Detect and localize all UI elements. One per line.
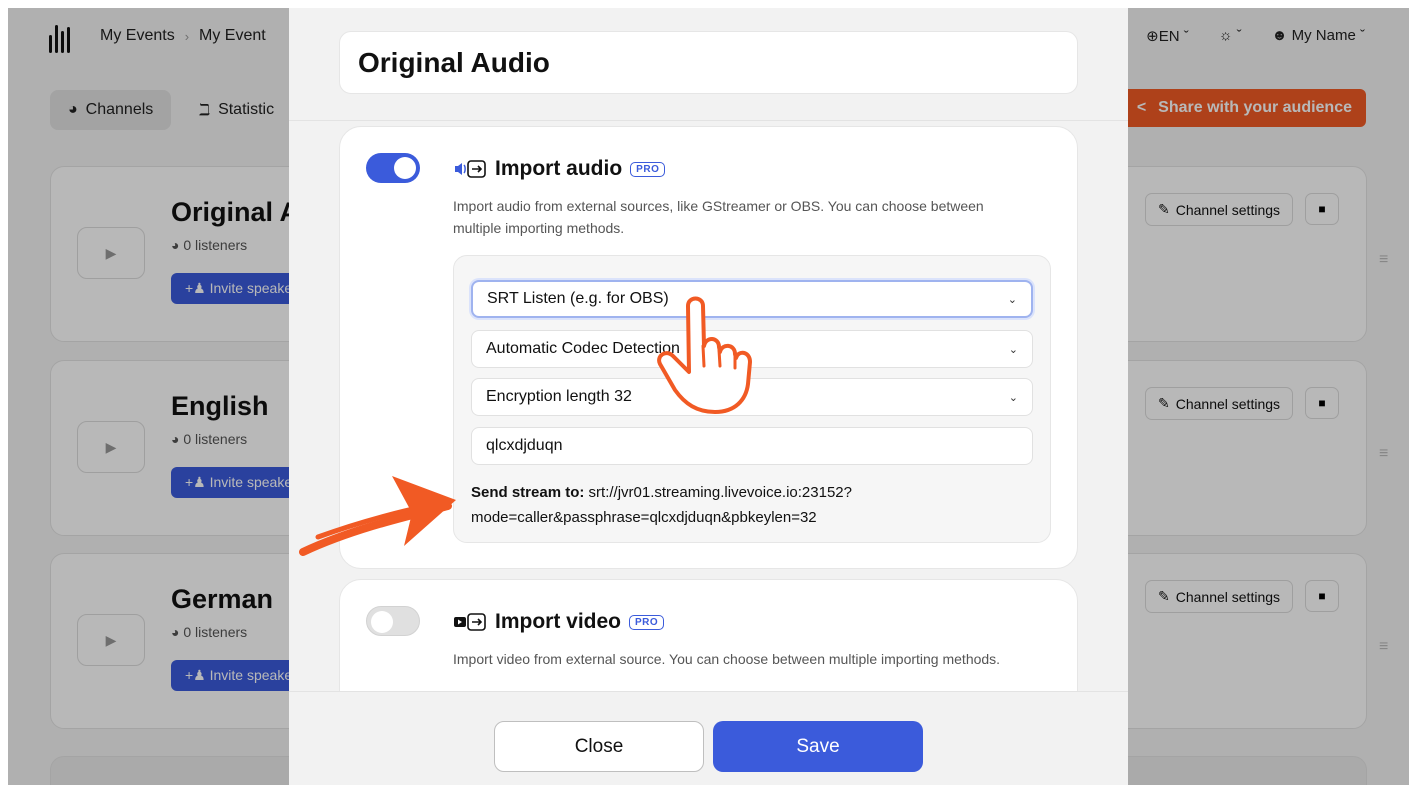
channel-settings-modal: Original Audio Import audio PRO Import a… bbox=[289, 8, 1128, 785]
import-video-title: Import video bbox=[495, 610, 622, 633]
passphrase-input[interactable]: qlcxdjduqn bbox=[471, 427, 1033, 465]
chevron-down-icon: ⌄ bbox=[1008, 343, 1018, 356]
chevron-down-icon: ⌄ bbox=[1008, 391, 1018, 404]
encryption-select[interactable]: Encryption length 32 ⌄ bbox=[471, 378, 1033, 416]
stream-url-part-1: srt://jvr01.streaming.livevoice.io:23152… bbox=[588, 484, 852, 501]
import-audio-title: Import audio bbox=[495, 157, 623, 180]
modal-title: Original Audio bbox=[339, 31, 1078, 94]
pro-badge: PRO bbox=[630, 161, 666, 177]
video-import-icon bbox=[454, 613, 486, 631]
toggle-knob bbox=[371, 611, 393, 633]
pro-badge: PRO bbox=[629, 614, 665, 630]
import-video-toggle[interactable] bbox=[366, 606, 420, 636]
divider bbox=[289, 691, 1128, 692]
import-video-description: Import video from external source. You c… bbox=[453, 651, 1001, 667]
send-stream-info: Send stream to: srt://jvr01.streaming.li… bbox=[471, 480, 1031, 530]
close-button[interactable]: Close bbox=[494, 721, 704, 772]
toggle-knob bbox=[394, 157, 416, 179]
import-settings-panel: SRT Listen (e.g. for OBS) ⌄ Automatic Co… bbox=[453, 255, 1051, 543]
divider bbox=[289, 120, 1128, 121]
stream-url-part-2: mode=caller&passphrase=qlcxdjduqn&pbkeyl… bbox=[471, 509, 817, 526]
import-audio-toggle[interactable] bbox=[366, 153, 420, 183]
audio-import-icon bbox=[455, 160, 486, 178]
codec-select[interactable]: Automatic Codec Detection ⌄ bbox=[471, 330, 1033, 368]
import-video-header: Import video PRO bbox=[453, 610, 665, 634]
import-audio-section: Import audio PRO Import audio from exter… bbox=[339, 126, 1078, 569]
import-method-select[interactable]: SRT Listen (e.g. for OBS) ⌄ bbox=[471, 280, 1033, 318]
send-stream-label: Send stream to: bbox=[471, 484, 585, 501]
modal-footer bbox=[289, 691, 1128, 785]
import-audio-description: Import audio from external sources, like… bbox=[453, 198, 984, 236]
chevron-down-icon: ⌄ bbox=[1007, 293, 1017, 306]
import-audio-header: Import audio PRO bbox=[453, 157, 666, 181]
save-button[interactable]: Save bbox=[713, 721, 923, 772]
